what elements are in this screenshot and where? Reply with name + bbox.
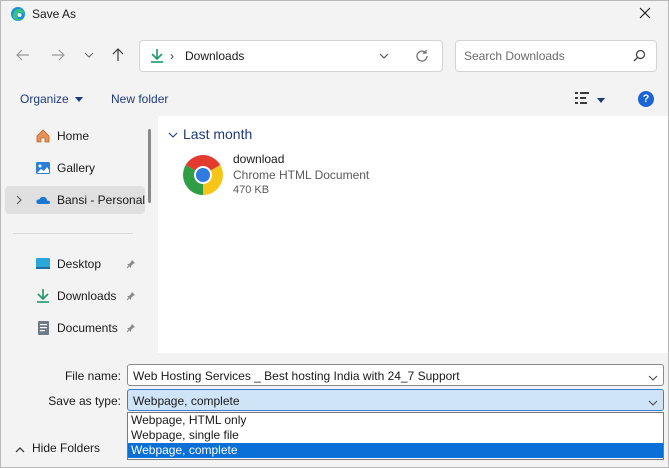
save-type-option[interactable]: Webpage, single file — [128, 428, 663, 443]
search-box[interactable] — [455, 40, 657, 72]
sidebar-item-gallery[interactable]: Gallery — [5, 154, 145, 182]
command-bar: Organize New folder ? — [1, 85, 668, 115]
edge-browser-icon — [10, 6, 26, 22]
recent-locations-button[interactable] — [77, 44, 101, 68]
sidebar-item-label: Bansi - Personal — [57, 193, 146, 207]
navigation-scrollbar[interactable] — [148, 129, 151, 203]
chevron-down-icon[interactable] — [648, 397, 658, 411]
caret-down-icon — [75, 92, 84, 106]
documents-icon — [35, 320, 51, 336]
sidebar-item-home[interactable]: Home — [5, 122, 145, 150]
chevron-down-icon — [168, 129, 178, 143]
up-button[interactable] — [106, 44, 130, 68]
file-name-input[interactable]: Web Hosting Services _ Best hosting Indi… — [133, 369, 460, 383]
save-type-option-selected[interactable]: Webpage, complete — [128, 443, 663, 458]
organize-button[interactable]: Organize — [20, 92, 84, 106]
chevron-down-icon — [84, 49, 94, 63]
save-type-label: Save as type: — [48, 394, 121, 408]
file-name-combobox[interactable]: Web Hosting Services _ Best hosting Indi… — [127, 364, 664, 386]
arrow-left-icon — [16, 48, 30, 65]
chevron-up-icon — [15, 443, 25, 457]
save-as-dialog: Save As › Downloads Search Downloads Org… — [0, 0, 669, 468]
sidebar-item-desktop[interactable]: Desktop — [5, 250, 145, 278]
caret-down-icon — [597, 93, 605, 107]
sidebar-item-documents[interactable]: Documents — [5, 314, 145, 342]
address-bar[interactable]: › Downloads — [139, 40, 443, 72]
pin-icon — [126, 322, 136, 336]
sidebar-item-onedrive-personal[interactable]: Bansi - Personal — [5, 186, 145, 214]
address-history-dropdown[interactable] — [379, 50, 389, 64]
file-type: Chrome HTML Document — [233, 168, 370, 182]
chevron-down-icon[interactable] — [648, 372, 658, 386]
refresh-icon[interactable] — [415, 49, 429, 66]
pin-icon — [126, 258, 136, 272]
desktop-icon — [35, 256, 51, 272]
save-type-select[interactable]: Webpage, complete — [127, 389, 664, 411]
pin-icon — [126, 290, 136, 304]
window-title: Save As — [32, 7, 77, 21]
gallery-icon — [35, 160, 51, 176]
title-bar: Save As — [1, 1, 668, 27]
save-type-value: Webpage, complete — [133, 394, 240, 408]
new-folder-button[interactable]: New folder — [111, 92, 168, 106]
search-icon[interactable] — [633, 49, 646, 65]
group-header-label: Last month — [183, 126, 253, 142]
hide-folders-label: Hide Folders — [32, 441, 101, 455]
close-button[interactable] — [622, 1, 668, 27]
onedrive-cloud-icon — [35, 192, 51, 208]
sidebar-divider — [13, 233, 133, 234]
arrow-right-icon — [51, 48, 65, 65]
organize-label: Organize — [20, 92, 69, 106]
arrow-up-icon — [111, 47, 125, 65]
chrome-icon — [179, 151, 227, 199]
sidebar-item-label: Documents — [57, 321, 118, 335]
file-item-download[interactable]: download Chrome HTML Document 470 KB — [177, 149, 397, 201]
sidebar-item-label: Gallery — [57, 161, 96, 175]
save-type-dropdown-list: Webpage, HTML only Webpage, single file … — [127, 412, 664, 460]
file-name-label: File name: — [64, 369, 121, 383]
help-button[interactable]: ? — [638, 91, 654, 107]
file-size: 470 KB — [233, 184, 270, 196]
file-name: download — [233, 152, 285, 166]
close-icon — [639, 7, 651, 22]
downloads-icon — [35, 288, 51, 304]
back-button[interactable] — [11, 44, 35, 68]
details-view-icon — [575, 92, 589, 107]
home-icon — [35, 128, 51, 144]
sidebar-item-downloads[interactable]: Downloads — [5, 282, 145, 310]
downloads-icon — [149, 48, 165, 67]
sidebar-item-label: Desktop — [57, 257, 102, 271]
save-type-option[interactable]: Webpage, HTML only — [128, 413, 663, 428]
view-options-button[interactable] — [575, 92, 605, 107]
forward-button[interactable] — [46, 44, 70, 68]
chevron-right-icon[interactable] — [15, 194, 23, 208]
breadcrumb-separator: › — [170, 49, 174, 63]
sidebar-item-label: Downloads — [57, 289, 117, 303]
search-input[interactable] — [464, 48, 624, 64]
breadcrumb-downloads[interactable]: Downloads — [185, 49, 244, 63]
sidebar-item-label: Home — [57, 129, 90, 143]
